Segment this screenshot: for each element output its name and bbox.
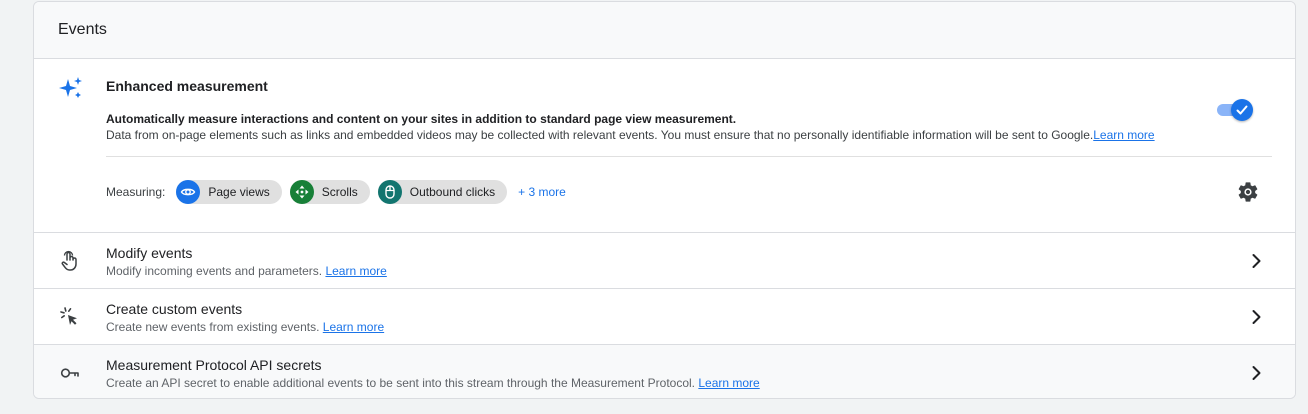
enhanced-measurement-title: Enhanced measurement [106, 78, 268, 94]
row-title: Create custom events [106, 301, 243, 317]
card-header: Events [34, 2, 1295, 59]
learn-more-link[interactable]: Learn more [698, 376, 759, 390]
row-title: Measurement Protocol API secrets [106, 357, 322, 373]
key-icon [60, 368, 79, 378]
sparkle-icon [59, 77, 82, 98]
chip-outbound-clicks[interactable]: Outbound clicks [377, 180, 508, 204]
learn-more-link[interactable]: Learn more [323, 320, 384, 334]
eye-icon [176, 180, 201, 204]
chip-label: Outbound clicks [409, 185, 496, 199]
checkmark-icon [1236, 105, 1248, 115]
section-divider [106, 156, 1272, 157]
chip-label: Scrolls [321, 185, 358, 199]
measuring-chips: Measuring: Page views Scrolls Outbound c… [106, 180, 566, 204]
gear-icon[interactable] [1236, 180, 1260, 204]
learn-more-link[interactable]: Learn more [1093, 128, 1154, 142]
chevron-right-icon [1252, 310, 1261, 324]
row-measurement-protocol-api-secrets[interactable]: Measurement Protocol API secrets Create … [34, 345, 1295, 398]
row-subtitle: Create new events from existing events. … [106, 320, 384, 334]
row-subtitle: Create an API secret to enable additiona… [106, 376, 760, 390]
scroll-arrows-icon [289, 180, 314, 204]
chip-scrolls[interactable]: Scrolls [289, 180, 370, 204]
touch-hand-icon [61, 250, 77, 271]
enhanced-measurement-section: Enhanced measurement Automatically measu… [34, 59, 1295, 233]
toggle-thumb [1231, 99, 1253, 121]
chevron-right-icon [1252, 366, 1261, 380]
row-create-custom-events[interactable]: Create custom events Create new events f… [34, 289, 1295, 345]
more-measurements-link[interactable]: + 3 more [518, 185, 566, 199]
chevron-right-icon [1252, 254, 1261, 268]
cursor-click-icon [60, 307, 77, 325]
row-subtitle-text: Create an API secret to enable additiona… [106, 376, 696, 390]
row-subtitle-text: Create new events from existing events. [106, 320, 320, 334]
chip-label: Page views [208, 185, 270, 199]
events-card: Events Enhanced measurement Automaticall… [33, 1, 1296, 399]
row-subtitle-text: Modify incoming events and parameters. [106, 264, 323, 278]
row-modify-events[interactable]: Modify events Modify incoming events and… [34, 233, 1295, 289]
card-title: Events [58, 21, 107, 38]
row-subtitle: Modify incoming events and parameters. L… [106, 264, 387, 278]
measuring-label: Measuring: [106, 185, 166, 199]
mouse-icon [377, 180, 402, 204]
enhanced-measurement-description: Data from on-page elements such as links… [106, 128, 1155, 142]
enhanced-measurement-toggle[interactable] [1215, 99, 1253, 121]
description-text: Data from on-page elements such as links… [106, 128, 1094, 142]
chip-page-views[interactable]: Page views [176, 180, 282, 204]
row-title: Modify events [106, 245, 193, 261]
enhanced-measurement-description-bold: Automatically measure interactions and c… [106, 112, 737, 126]
learn-more-link[interactable]: Learn more [325, 264, 386, 278]
